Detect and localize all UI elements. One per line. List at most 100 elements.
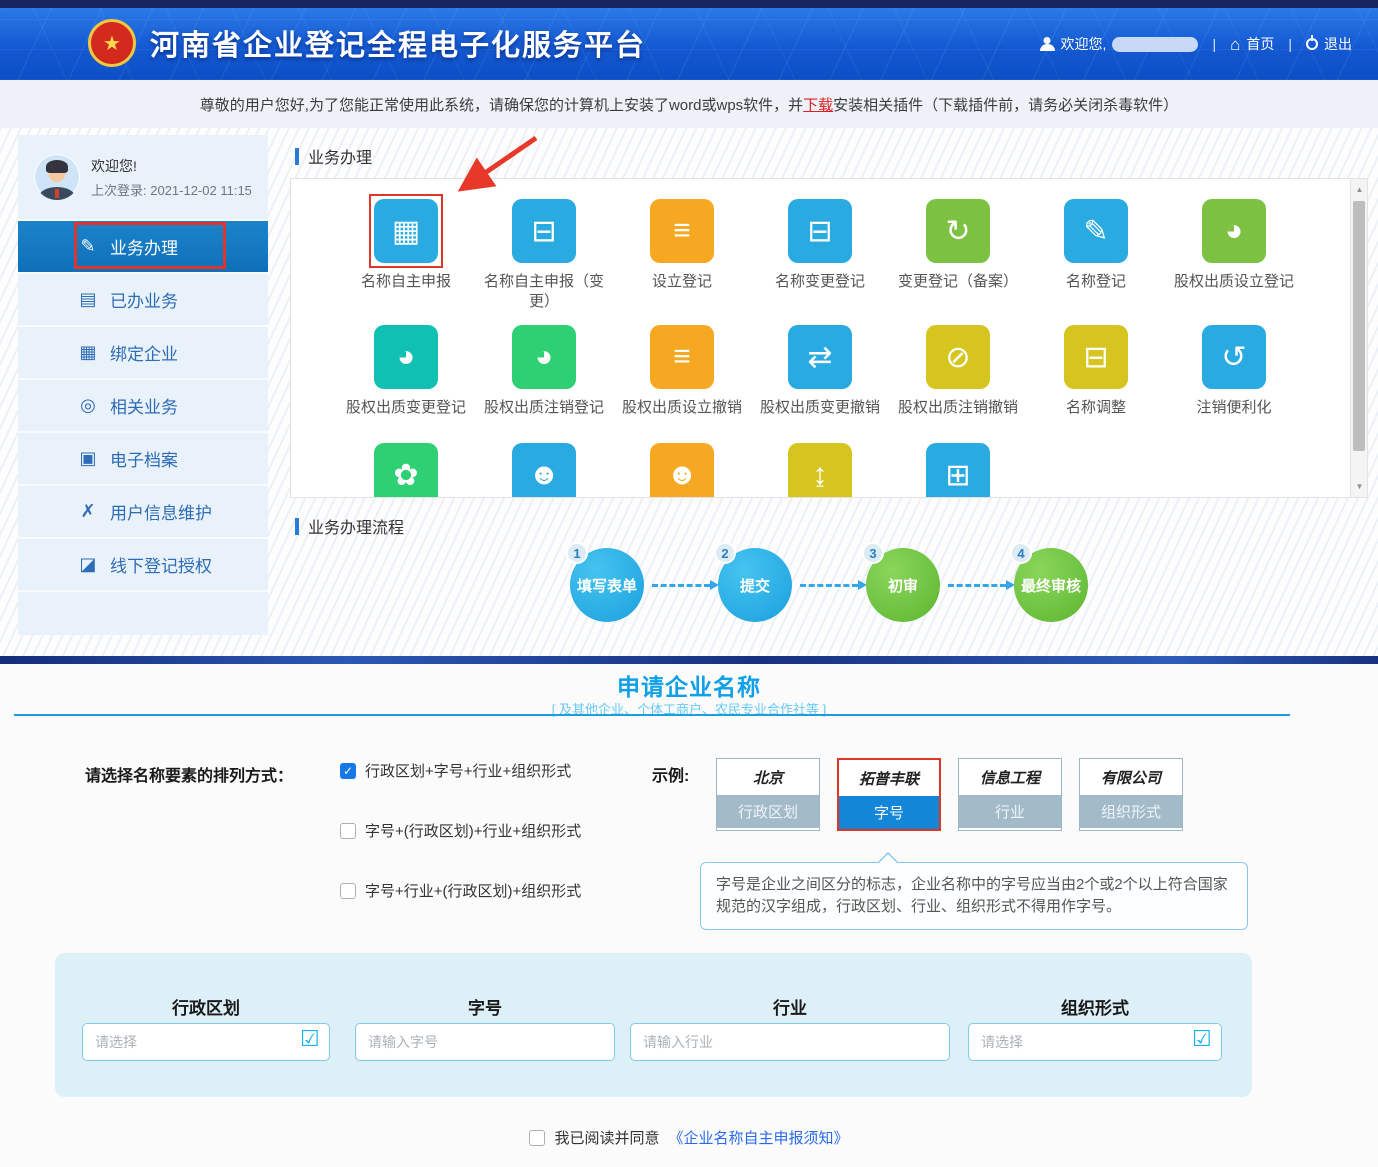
home-icon[interactable]: ⌂ [1230,36,1240,53]
checkbox-unchecked[interactable] [340,883,356,899]
tile-clipped-person-orange[interactable]: ☻ [613,443,751,498]
scroll-up-icon[interactable]: ▲ [1351,181,1368,198]
step-final-review: 4 最终审核 [1014,548,1088,622]
pie-chart-icon[interactable]: ◕ [1202,199,1266,263]
recycle-loop-icon[interactable]: ↺ [1202,325,1266,389]
sidebar-item-related-business[interactable]: ◎ 相关业务 [18,380,268,433]
clipboard-lines-icon[interactable]: ≡ [650,199,714,263]
tile-clipped-doc-add[interactable]: ⊞ [889,443,1027,498]
checkbox-checked[interactable] [340,763,356,779]
example-tile-industry: 信息工程 行业 [958,758,1062,831]
region-select-input[interactable] [82,1023,330,1061]
logout-link[interactable]: 退出 [1324,34,1352,54]
arrows-swap-icon[interactable]: ⇄ [788,325,852,389]
app-header: ★ 河南省企业登记全程电子化服务平台 欢迎您, | ⌂ 首页 | 退出 [0,8,1378,80]
agreement-row: 我已阅读并同意《企业名称自主申报须知》 [0,1127,1378,1148]
building-icon[interactable]: ▦ [374,199,438,263]
example-tile-tradename: 拓普丰联 字号 [837,758,941,831]
grid-scrollbar[interactable]: ▲ ▼ [1350,179,1367,497]
tile-equity-pledge-establishment[interactable]: ◕ 股权出质设立登记 [1165,199,1303,313]
sidebar-item-user-info-maintenance[interactable]: ✗ 用户信息维护 [18,486,268,539]
header-user-area: 欢迎您, | ⌂ 首页 | 退出 [1040,8,1352,80]
pie-chart-icon[interactable]: ◕ [512,325,576,389]
tile-equity-pledge-cancellation-revoke[interactable]: ⊘ 股权出质注销撤销 [889,325,1027,418]
title-underline [14,714,1290,716]
clipboard-refresh-icon[interactable]: ↻ [926,199,990,263]
step-number: 1 [566,542,588,564]
tile-name-registration[interactable]: ✎ 名称登记 [1027,199,1165,313]
tools-icon: ✗ [78,501,98,522]
services-grid: ▦ 名称自主申报 ⊟ 名称自主申报（变更） ≡ 设立登记 ⊟ 名称变更登记 [290,178,1368,498]
sidebar-menu: ✎ 业务办理 ▤ 已办业务 ▦ 绑定企业 ◎ 相关业务 ▣ [18,221,268,592]
section-bar [295,148,299,165]
doc-plus-icon[interactable]: ⊞ [926,443,990,498]
home-link[interactable]: 首页 [1246,34,1274,54]
agreement-link[interactable]: 《企业名称自主申报须知》 [669,1127,849,1148]
tile-establishment-registration[interactable]: ≡ 设立登记 [613,199,751,313]
clipboard-sliders-icon[interactable]: ⊟ [1064,325,1128,389]
flow-arrow-icon [800,584,858,587]
orgform-picker-icon[interactable]: ☑ [1192,1028,1212,1050]
tile-name-self-declaration[interactable]: ▦ 名称自主申报 [337,199,475,313]
tile-equity-pledge-cancellation[interactable]: ◕ 股权出质注销登记 [475,325,613,418]
sidebar-item-bind-enterprise[interactable]: ▦ 绑定企业 [18,327,268,380]
list-undo-icon[interactable]: ≡ [650,325,714,389]
tile-clipped-merge[interactable]: ↨ [751,443,889,498]
section-divider-bar [0,656,1378,664]
clipboard-minus-icon[interactable]: ⊟ [788,199,852,263]
compress-arrows-icon[interactable]: ↨ [788,443,852,498]
person-icon[interactable]: ☻ [512,443,576,498]
industry-input[interactable] [630,1023,950,1061]
sidebar-item-completed-business[interactable]: ▤ 已办业务 [18,274,268,327]
orgform-select-input[interactable] [968,1023,1222,1061]
tradename-input[interactable] [355,1023,615,1061]
sidebar-item-label: 已办业务 [110,287,178,312]
tile-name-change-registration[interactable]: ⊟ 名称变更登记 [751,199,889,313]
flow-arrow-icon [948,584,1006,587]
sidebar-item-electronic-archives[interactable]: ▣ 电子档案 [18,433,268,486]
tile-clipped-flower[interactable]: ✿ [337,443,475,498]
option-tradename-industry-region-orgform[interactable]: 字号+行业+(行政区划)+组织形式 [340,880,581,901]
notice-bar: 尊敬的用户您好,为了您能正常使用此系统，请确保您的计算机上安装了word或wps… [0,80,1378,128]
sidebar-welcome: 欢迎您! [91,156,252,176]
agreement-checkbox[interactable] [529,1130,545,1146]
section-title: 业务办理 [308,144,372,168]
tile-equity-pledge-change[interactable]: ◕ 股权出质变更登记 [337,325,475,418]
notice-text-suffix: 安装相关插件（下载插件前，请务必关闭杀毒软件） [833,94,1178,115]
download-link[interactable]: 下载 [803,94,833,115]
clipboard-minus-icon[interactable]: ⊟ [512,199,576,263]
apply-name-section: 申请企业名称 [ 及其他企业、个体工商户、农民专业合作社等 ] 请选择名称要素的… [0,664,1378,1167]
power-icon[interactable] [1306,38,1318,50]
tile-change-registration-filing[interactable]: ↻ 变更登记（备案） [889,199,1027,313]
tooltip-text: 字号是企业之间区分的标志，企业名称中的字号应当由2个或2个以上符合国家规范的汉字… [716,876,1228,915]
tile-equity-pledge-establishment-revoke[interactable]: ≡ 股权出质设立撤销 [613,325,751,418]
scroll-down-icon[interactable]: ▼ [1351,478,1368,495]
flower-icon[interactable]: ✿ [374,443,438,498]
sidebar-item-label: 业务办理 [110,234,178,259]
sidebar-item-label: 线下登记授权 [110,552,212,577]
redacted-username [1112,37,1198,52]
step-number: 2 [714,542,736,564]
example-tile-orgform: 有限公司 组织形式 [1079,758,1183,831]
person-icon[interactable]: ☻ [650,443,714,498]
tile-clipped-person-blue[interactable]: ☻ [475,443,613,498]
sidebar-item-offline-registration-authorization[interactable]: ◪ 线下登记授权 [18,539,268,592]
ban-icon[interactable]: ⊘ [926,325,990,389]
option-region-tradename-industry-orgform[interactable]: 行政区划+字号+行业+组织形式 [340,760,571,781]
checkbox-unchecked[interactable] [340,823,356,839]
badge-pencil-icon: ◪ [78,554,98,575]
scrollbar-thumb[interactable] [1353,201,1365,451]
tile-name-adjustment[interactable]: ⊟ 名称调整 [1027,325,1165,418]
tile-equity-pledge-change-revoke[interactable]: ⇄ 股权出质变更撤销 [751,325,889,418]
brand: ★ 河南省企业登记全程电子化服务平台 [88,19,646,67]
tile-name-self-declaration-change[interactable]: ⊟ 名称自主申报（变更） [475,199,613,313]
user-icon [1040,37,1055,51]
clipboard-pencil-icon[interactable]: ✎ [1064,199,1128,263]
option-tradename-region-industry-orgform[interactable]: 字号+(行政区划)+行业+组织形式 [340,820,581,841]
sidebar-item-business-handling[interactable]: ✎ 业务办理 [18,221,268,274]
region-picker-icon[interactable]: ☑ [300,1028,320,1050]
top-strip [0,0,1378,8]
pie-chart-icon[interactable]: ◕ [374,325,438,389]
tile-cancellation-facilitation[interactable]: ↺ 注销便利化 [1165,325,1303,418]
sidebar-user-block: 欢迎您! 上次登录: 2021-12-02 11:15 [18,135,268,221]
